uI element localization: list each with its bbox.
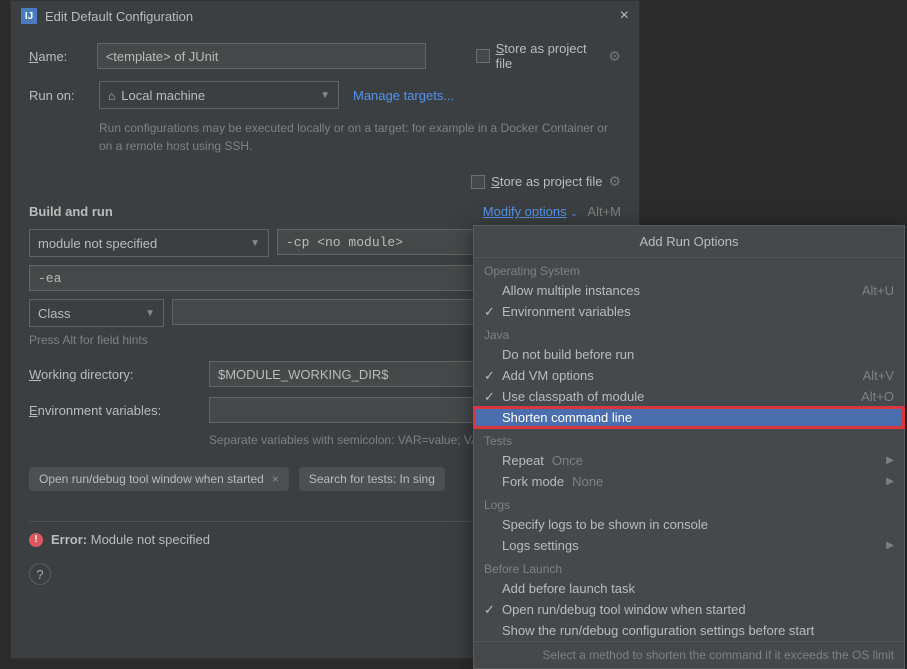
- module-select[interactable]: module not specified ▼: [29, 229, 269, 257]
- option-logs-settings[interactable]: Logs settings ▶: [474, 535, 904, 556]
- option-repeat[interactable]: Repeat Once ▶: [474, 450, 904, 471]
- runon-select[interactable]: ⌂Local machine ▼: [99, 81, 339, 109]
- chevron-right-icon: ▶: [886, 476, 894, 487]
- chevron-down-icon: ▼: [145, 308, 155, 319]
- add-run-options-popup: Add Run Options Operating System Allow m…: [473, 225, 905, 669]
- option-specify-logs[interactable]: Specify logs to be shown in console: [474, 514, 904, 535]
- runon-hint: Run configurations may be executed local…: [99, 119, 621, 155]
- name-label: Name:: [29, 49, 97, 64]
- chevron-right-icon: ▶: [886, 540, 894, 551]
- modify-options-link[interactable]: Modify options ⌄: [483, 204, 578, 219]
- popup-section-logs: Logs: [474, 492, 904, 514]
- chip-remove-icon[interactable]: ×: [272, 472, 279, 486]
- option-open-tool-window[interactable]: Open run/debug tool window when started: [474, 599, 904, 620]
- workdir-label: Working directory:: [29, 367, 209, 382]
- option-use-classpath[interactable]: Use classpath of module Alt+O: [474, 386, 904, 407]
- manage-targets-link[interactable]: Manage targets...: [353, 88, 454, 103]
- home-icon: ⌂: [108, 89, 115, 103]
- gear-icon[interactable]: ⚙: [608, 48, 621, 65]
- option-fork-mode[interactable]: Fork mode None ▶: [474, 471, 904, 492]
- chevron-down-icon: ⌄: [570, 208, 578, 218]
- test-kind-select[interactable]: Class ▼: [29, 299, 164, 327]
- chevron-down-icon: ▼: [250, 238, 260, 249]
- option-no-build[interactable]: Do not build before run: [474, 344, 904, 365]
- option-add-before-launch[interactable]: Add before launch task: [474, 578, 904, 599]
- modify-shortcut: Alt+M: [587, 204, 621, 219]
- store-label-1: Store as project file: [496, 41, 603, 71]
- titlebar: IJ Edit Default Configuration ×: [11, 1, 639, 31]
- option-shorten-command-line[interactable]: Shorten command line: [474, 407, 904, 428]
- popup-footer-hint: Select a method to shorten the command i…: [474, 641, 904, 668]
- option-show-settings-before[interactable]: Show the run/debug configuration setting…: [474, 620, 904, 641]
- build-run-title: Build and run: [29, 204, 113, 219]
- chip-open-tool[interactable]: Open run/debug tool window when started …: [29, 467, 289, 491]
- intellij-logo-icon: IJ: [21, 8, 37, 24]
- store-label-2: Store as project file: [491, 174, 602, 189]
- chevron-right-icon: ▶: [886, 455, 894, 466]
- gear-icon-2[interactable]: ⚙: [608, 173, 621, 190]
- popup-section-before: Before Launch: [474, 556, 904, 578]
- chevron-down-icon: ▼: [320, 90, 330, 101]
- dialog-title: Edit Default Configuration: [45, 9, 620, 24]
- help-button[interactable]: ?: [29, 563, 51, 585]
- popup-title: Add Run Options: [474, 226, 904, 258]
- option-allow-multiple[interactable]: Allow multiple instances Alt+U: [474, 280, 904, 301]
- env-label: Environment variables:: [29, 403, 209, 418]
- popup-section-java: Java: [474, 322, 904, 344]
- runon-label: Run on:: [29, 88, 99, 103]
- store-checkbox-1[interactable]: [476, 49, 490, 63]
- chip-search-tests[interactable]: Search for tests: In sing: [299, 467, 445, 491]
- option-add-vm[interactable]: Add VM options Alt+V: [474, 365, 904, 386]
- close-icon[interactable]: ×: [620, 7, 629, 25]
- store-checkbox-2[interactable]: [471, 175, 485, 189]
- popup-section-os: Operating System: [474, 258, 904, 280]
- popup-section-tests: Tests: [474, 428, 904, 450]
- error-icon: !: [29, 533, 43, 547]
- name-input[interactable]: [97, 43, 426, 69]
- option-env-vars[interactable]: Environment variables: [474, 301, 904, 322]
